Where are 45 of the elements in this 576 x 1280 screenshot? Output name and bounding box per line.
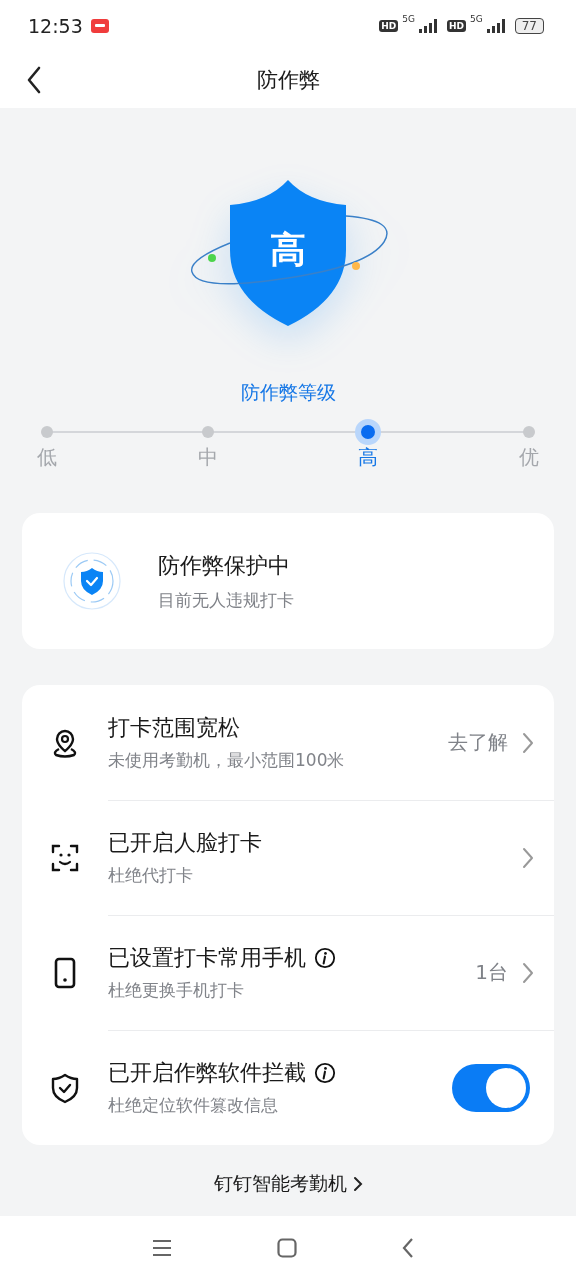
info-icon[interactable]	[314, 1062, 336, 1084]
level-dot[interactable]	[201, 426, 214, 438]
network-type: 5G	[402, 14, 415, 24]
toggle-switch[interactable]	[452, 1063, 530, 1112]
phone-icon	[53, 956, 77, 989]
home-icon[interactable]	[277, 1238, 297, 1258]
level-dot[interactable]	[41, 426, 53, 438]
setting-value[interactable]: 去了解	[448, 729, 508, 756]
chevron-right-icon[interactable]	[352, 1176, 363, 1192]
page-title: 防作弊	[256, 67, 320, 94]
level-dot[interactable]	[355, 419, 382, 445]
setting-description: 杜绝代打卡	[108, 864, 194, 887]
level-title: 防作弊等级	[240, 380, 336, 405]
setting-value[interactable]: 1台	[475, 959, 508, 986]
setting-title: 已开启人脸打卡	[108, 829, 262, 857]
setting-description: 未使用考勤机，最小范围100米	[108, 749, 346, 772]
signal-icon	[486, 19, 507, 33]
shield-level-label: 高	[269, 228, 307, 272]
info-icon[interactable]	[314, 947, 336, 969]
level-dot[interactable]	[522, 426, 535, 438]
setting-description: 杜绝定位软件篡改信息	[108, 1094, 279, 1117]
level-label: 优	[518, 444, 539, 471]
app-notification-icon	[90, 19, 109, 33]
hd-badge: HD	[379, 20, 399, 32]
level-label: 中	[197, 444, 218, 471]
signal-icon	[419, 19, 439, 33]
battery-indicator: 77	[514, 18, 544, 34]
setting-title: 已设置打卡常用手机	[108, 944, 306, 972]
setting-title: 打卡范围宽松	[108, 714, 240, 742]
status-time: 12:53	[28, 15, 83, 37]
shield-check-icon	[62, 551, 122, 611]
shield-check-icon	[50, 1071, 80, 1104]
face-scan-icon	[50, 842, 80, 873]
level-label: 高	[358, 444, 379, 471]
level-label: 低	[37, 444, 57, 471]
protection-subtitle: 目前无人违规打卡	[158, 588, 294, 612]
setting-title: 已开启作弊软件拦截	[108, 1059, 306, 1087]
network-type: 5G	[470, 14, 483, 24]
footer-link[interactable]: 钉钉智能考勤机	[213, 1171, 347, 1197]
protection-title: 防作弊保护中	[158, 551, 291, 580]
location-pin-icon	[51, 727, 79, 758]
hd-badge: HD	[447, 20, 466, 32]
setting-description: 杜绝更换手机打卡	[108, 979, 245, 1002]
menu-icon[interactable]	[152, 1239, 172, 1257]
back-icon[interactable]	[26, 66, 42, 94]
